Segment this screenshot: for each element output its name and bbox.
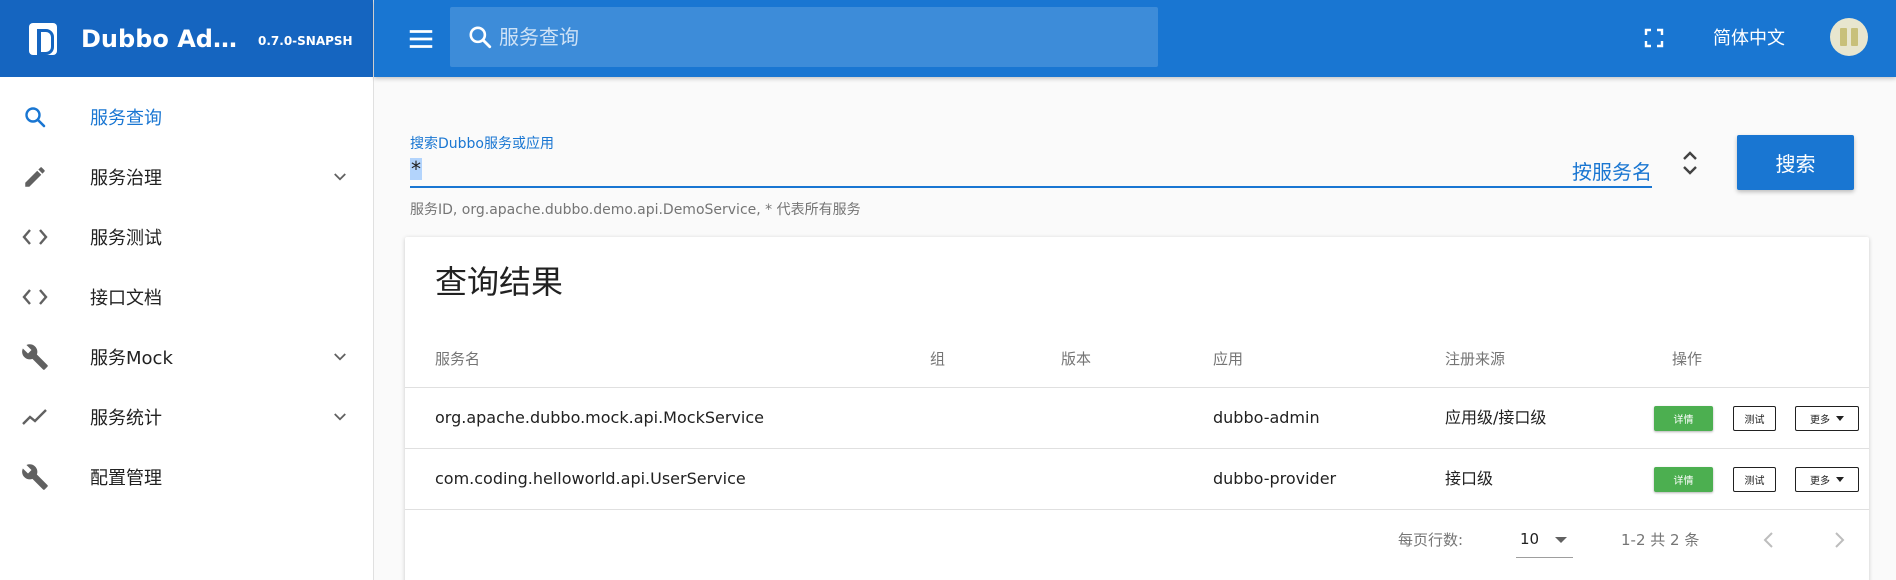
- sidebar-item-label: 服务Mock: [90, 348, 173, 369]
- wrench-icon: [20, 462, 50, 492]
- table-row: org.apache.dubbo.mock.api.MockService du…: [405, 388, 1869, 449]
- search-field-label: 搜索Dubbo服务或应用: [410, 136, 554, 152]
- column-header-source[interactable]: 注册来源: [1445, 330, 1505, 388]
- brand-title: Dubbo Admin...: [81, 24, 256, 53]
- more-button[interactable]: 更多: [1795, 406, 1859, 431]
- search-icon: [20, 102, 50, 132]
- rows-per-page-label: 每页行数:: [1398, 531, 1464, 549]
- search-hint: 服务ID, org.apache.dubbo.demo.api.DemoServ…: [410, 202, 861, 218]
- caret-down-icon: [1555, 537, 1567, 543]
- sidebar-item-api-docs[interactable]: 接口文档: [0, 267, 373, 327]
- code-icon: [20, 282, 50, 312]
- page-info: 1-2 共 2 条: [1621, 531, 1700, 549]
- search-input-value[interactable]: *: [410, 158, 422, 180]
- caret-down-icon: [1836, 416, 1844, 421]
- detail-button[interactable]: 详情: [1654, 406, 1713, 431]
- column-header-version[interactable]: 版本: [1061, 330, 1091, 388]
- results-card: 查询结果 服务名 组 版本 应用 注册来源 操作 org.apache.dubb…: [405, 237, 1869, 580]
- search-icon: [469, 26, 492, 49]
- source-cell: 接口级: [1445, 469, 1494, 488]
- sidebar-item-label: 服务统计: [90, 408, 162, 429]
- test-button[interactable]: 测试: [1733, 406, 1776, 431]
- more-button[interactable]: 更多: [1795, 467, 1859, 492]
- chevron-down-icon: [334, 173, 346, 181]
- sidebar-nav: 服务查询 服务治理 服务测试 接口文档 服务Mock 服务统计 配置管理: [0, 77, 373, 507]
- chevron-down-icon: [334, 353, 346, 361]
- avatar[interactable]: [1830, 18, 1868, 56]
- sidebar-item-service-mock[interactable]: 服务Mock: [0, 327, 373, 387]
- service-name-cell: org.apache.dubbo.mock.api.MockService: [435, 408, 764, 427]
- sidebar-item-service-test[interactable]: 服务测试: [0, 207, 373, 267]
- chevron-left-icon[interactable]: [1757, 528, 1781, 552]
- source-cell: 应用级/接口级: [1445, 408, 1547, 427]
- service-name-cell: com.coding.helloworld.api.UserService: [435, 469, 746, 488]
- top-app-bar: 简体中文: [374, 0, 1896, 77]
- sidebar: Dubbo Admin... 0.7.0-SNAPSH 服务查询 服务治理 服务…: [0, 0, 374, 580]
- pencil-icon: [20, 162, 50, 192]
- search-by-service-name[interactable]: 按服务名: [1572, 156, 1652, 185]
- detail-button[interactable]: 详情: [1654, 467, 1713, 492]
- top-search-input[interactable]: [499, 25, 1099, 49]
- column-header-app[interactable]: 应用: [1213, 330, 1243, 388]
- unfold-icon[interactable]: [1680, 148, 1700, 178]
- more-label: 更多: [1810, 415, 1830, 426]
- column-header-service[interactable]: 服务名: [435, 330, 480, 388]
- rows-per-page-value: 10: [1520, 530, 1540, 548]
- menu-icon[interactable]: [406, 24, 436, 54]
- chevron-down-icon: [334, 413, 346, 421]
- caret-down-icon: [1836, 477, 1844, 482]
- test-button[interactable]: 测试: [1733, 467, 1776, 492]
- search-button[interactable]: 搜索: [1737, 135, 1854, 190]
- table-row: com.coding.helloworld.api.UserService du…: [405, 449, 1869, 510]
- sidebar-item-config-management[interactable]: 配置管理: [0, 447, 373, 507]
- app-cell: dubbo-provider: [1213, 469, 1337, 488]
- sidebar-item-service-governance[interactable]: 服务治理: [0, 147, 373, 207]
- results-title: 查询结果: [435, 263, 564, 301]
- sidebar-item-label: 服务治理: [90, 168, 162, 189]
- column-header-group[interactable]: 组: [930, 330, 945, 388]
- table-footer: 每页行数: 10 1-2 共 2 条: [405, 510, 1869, 570]
- sidebar-item-service-search[interactable]: 服务查询: [0, 87, 373, 147]
- brand-bar: Dubbo Admin... 0.7.0-SNAPSH: [0, 0, 373, 77]
- rows-per-page-select[interactable]: 10: [1516, 522, 1573, 558]
- sidebar-item-service-stats[interactable]: 服务统计: [0, 387, 373, 447]
- sidebar-item-label: 接口文档: [90, 288, 162, 309]
- chevron-right-icon[interactable]: [1827, 528, 1851, 552]
- code-icon: [20, 222, 50, 252]
- top-search-bar: [450, 7, 1158, 67]
- service-search-input[interactable]: * 按服务名: [410, 152, 1652, 188]
- fullscreen-icon[interactable]: [1642, 26, 1666, 50]
- more-label: 更多: [1810, 476, 1830, 487]
- wrench-icon: [20, 342, 50, 372]
- sidebar-item-label: 服务测试: [90, 228, 162, 249]
- trending-icon: [20, 402, 50, 432]
- app-cell: dubbo-admin: [1213, 408, 1320, 427]
- brand-version: 0.7.0-SNAPSH: [258, 33, 353, 48]
- language-button[interactable]: 简体中文: [1713, 24, 1785, 50]
- table-header: 服务名 组 版本 应用 注册来源 操作: [405, 330, 1869, 388]
- dubbo-logo-icon: [29, 22, 57, 55]
- column-header-actions: 操作: [1672, 350, 1703, 368]
- sidebar-item-label: 服务查询: [90, 108, 162, 129]
- sidebar-item-label: 配置管理: [90, 468, 162, 489]
